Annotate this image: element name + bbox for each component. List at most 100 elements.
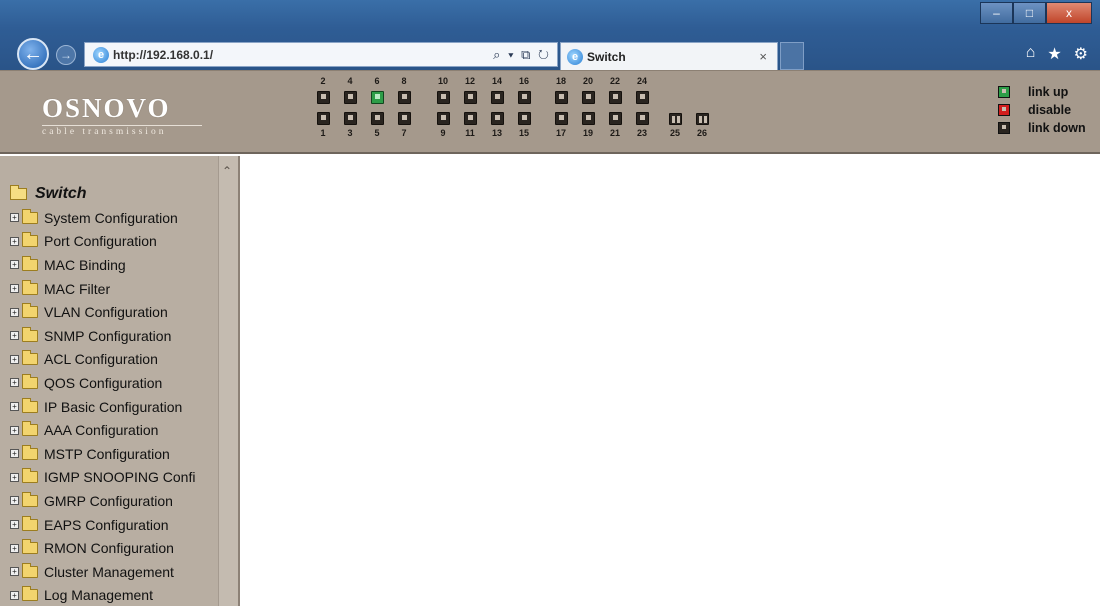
tree-item-label[interactable]: MAC Binding (44, 257, 126, 273)
port-1[interactable] (316, 112, 331, 126)
expand-icon[interactable]: + (10, 425, 19, 435)
address-url[interactable]: http://192.168.0.1/ (113, 48, 213, 62)
tree-item-label[interactable]: Cluster Management (44, 564, 174, 580)
forward-button[interactable]: → (56, 45, 76, 65)
minimize-button[interactable]: – (980, 2, 1013, 24)
tree-item[interactable]: + VLAN Configuration (10, 300, 224, 324)
port-26[interactable] (695, 113, 710, 127)
port-13[interactable] (490, 112, 505, 126)
tree-item[interactable]: + System Configuration (10, 206, 224, 230)
tree-item-label[interactable]: RMON Configuration (44, 540, 174, 556)
port-21[interactable] (608, 112, 623, 126)
expand-icon[interactable]: + (10, 567, 19, 577)
expand-icon[interactable]: + (10, 449, 19, 459)
tree-item[interactable]: + EAPS Configuration (10, 513, 224, 537)
rj45-port-icon (398, 91, 411, 104)
tree-item[interactable]: + SNMP Configuration (10, 324, 224, 348)
port-2[interactable] (316, 91, 331, 105)
port-8[interactable] (397, 91, 412, 105)
maximize-button[interactable]: □ (1013, 2, 1046, 24)
tree-root-switch[interactable]: Switch (10, 182, 224, 206)
sidebar-scrollbar[interactable]: ⌃ (218, 156, 238, 606)
port-17[interactable] (554, 112, 569, 126)
port-7[interactable] (397, 112, 412, 126)
port-20[interactable] (581, 91, 596, 105)
tab-switch[interactable]: e Switch × (560, 42, 778, 70)
back-button[interactable]: ← (17, 38, 49, 70)
folder-icon (22, 491, 38, 507)
port-5[interactable] (370, 112, 385, 126)
expand-icon[interactable]: + (10, 402, 19, 412)
expand-icon[interactable]: + (10, 307, 19, 317)
expand-icon[interactable]: + (10, 496, 19, 506)
tree-item[interactable]: + MAC Filter (10, 277, 224, 301)
port-19[interactable] (581, 112, 596, 126)
port-15[interactable] (517, 112, 532, 126)
port-18[interactable] (554, 91, 569, 105)
tree-item[interactable]: + RMON Configuration (10, 536, 224, 560)
port-24[interactable] (635, 91, 650, 105)
expand-icon[interactable]: + (10, 520, 19, 530)
tree-item-label[interactable]: QOS Configuration (44, 375, 162, 391)
expand-icon[interactable]: + (10, 543, 19, 553)
new-tab-button[interactable] (780, 42, 804, 70)
tree-item-label[interactable]: Port Configuration (44, 233, 157, 249)
expand-icon[interactable]: + (10, 378, 19, 388)
tree-item-label[interactable]: MSTP Configuration (44, 446, 170, 462)
expand-icon[interactable]: + (10, 472, 19, 482)
tree-item[interactable]: + MAC Binding (10, 253, 224, 277)
tree-item[interactable]: + QOS Configuration (10, 371, 224, 395)
port-11[interactable] (463, 112, 478, 126)
scroll-up-icon[interactable]: ⌃ (222, 164, 232, 178)
tree-item[interactable]: + ACL Configuration (10, 348, 224, 372)
tree-item[interactable]: + Cluster Management (10, 560, 224, 584)
expand-icon[interactable]: + (10, 590, 19, 600)
star-icon[interactable]: ★ (1047, 44, 1061, 64)
tree-item-label[interactable]: AAA Configuration (44, 422, 158, 438)
tree-item-label[interactable]: MAC Filter (44, 281, 110, 297)
tree-item-label[interactable]: SNMP Configuration (44, 328, 171, 344)
tree-item-label[interactable]: EAPS Configuration (44, 517, 169, 533)
gear-icon[interactable]: ⚙ (1074, 44, 1088, 64)
port-14[interactable] (490, 91, 505, 105)
expand-icon[interactable]: + (10, 331, 19, 341)
tree-item[interactable]: + AAA Configuration (10, 418, 224, 442)
tree-item-label[interactable]: IP Basic Configuration (44, 399, 182, 415)
address-bar[interactable]: e http://192.168.0.1/ ⌕ ▾ ⧉ ↻ (84, 42, 558, 67)
expand-icon[interactable]: + (10, 354, 19, 364)
tree-item[interactable]: + MSTP Configuration (10, 442, 224, 466)
home-icon[interactable]: ⌂ (1026, 44, 1036, 64)
tree-item[interactable]: + Port Configuration (10, 230, 224, 254)
expand-icon[interactable]: + (10, 260, 19, 270)
address-tools[interactable]: ⌕ ▾ ⧉ ↻ (493, 47, 551, 63)
port-25[interactable] (668, 113, 683, 127)
port-number-label: 11 (465, 128, 475, 138)
tree-item-label[interactable]: IGMP SNOOPING Confi (44, 469, 195, 485)
expand-icon[interactable]: + (10, 284, 19, 294)
port-3[interactable] (343, 112, 358, 126)
tree-item-label[interactable]: Log Management (44, 587, 153, 603)
tree-item-label[interactable]: VLAN Configuration (44, 304, 168, 320)
tree-item-label[interactable]: GMRP Configuration (44, 493, 173, 509)
port-10[interactable] (436, 91, 451, 105)
port-23[interactable] (635, 112, 650, 126)
tree-item[interactable]: + Log Management (10, 584, 224, 606)
tab-close-button[interactable]: × (759, 49, 767, 64)
tree-item-label[interactable]: ACL Configuration (44, 351, 158, 367)
tree-item[interactable]: + GMRP Configuration (10, 489, 224, 513)
expand-icon[interactable]: + (10, 213, 19, 223)
tree-item-label[interactable]: System Configuration (44, 210, 178, 226)
close-window-button[interactable]: x (1046, 2, 1092, 24)
rj45-port-icon (344, 112, 357, 125)
port-6[interactable] (370, 91, 385, 105)
tree-item[interactable]: + IP Basic Configuration (10, 395, 224, 419)
tree-item[interactable]: + IGMP SNOOPING Confi (10, 466, 224, 490)
port-12[interactable] (463, 91, 478, 105)
port-9[interactable] (436, 112, 451, 126)
folder-icon (22, 515, 38, 531)
port-4[interactable] (343, 91, 358, 105)
expand-icon[interactable]: + (10, 236, 19, 246)
port-22[interactable] (608, 91, 623, 105)
port-number-label: 25 (669, 128, 680, 138)
port-16[interactable] (517, 91, 532, 105)
